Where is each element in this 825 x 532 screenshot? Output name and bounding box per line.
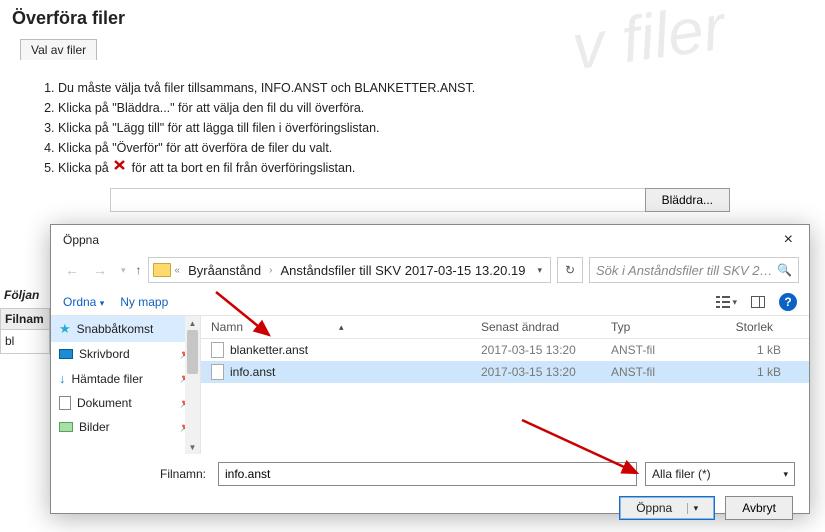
filename-input[interactable]	[218, 462, 637, 486]
chevron-down-icon: ▾	[783, 469, 788, 480]
sort-asc-icon: ▴	[339, 322, 344, 333]
file-type: ANST-fil	[611, 365, 711, 379]
file-size: 1 kB	[711, 343, 781, 357]
scroll-up-icon[interactable]: ▲	[185, 316, 200, 330]
col-name-header[interactable]: Namn▴	[211, 320, 481, 334]
dialog-nav-bar: ← → ▾ ↑ « Byråanstånd › Anståndsfiler ti…	[51, 251, 809, 289]
nav-forward-icon[interactable]: →	[89, 262, 111, 278]
search-placeholder: Sök i Anståndsfiler till SKV 201...	[596, 263, 777, 278]
chevron-down-icon: ▾	[100, 298, 105, 308]
file-row[interactable]: info.anst 2017-03-15 13:20ANST-fil1 kB	[201, 361, 809, 383]
browse-button[interactable]: Bläddra...	[645, 188, 730, 212]
sidebar: ★SnabbåtkomstSkrivbord📌↓Hämtade filer📌Do…	[51, 316, 201, 454]
desktop-icon	[59, 349, 73, 359]
browse-path-field[interactable]	[110, 188, 645, 212]
view-mode-button[interactable]: ▾	[716, 296, 737, 308]
filename-label: Filnamn:	[65, 467, 210, 481]
refresh-icon[interactable]: ↻	[557, 257, 583, 283]
breadcrumb-item[interactable]: Byråanstånd	[184, 263, 265, 278]
chevron-left-icon: «	[175, 265, 181, 276]
sidebar-item-skrivbord[interactable]: Skrivbord📌	[51, 342, 200, 366]
chevron-down-icon[interactable]: ▾	[533, 265, 546, 276]
chevron-down-icon[interactable]: ▾	[117, 265, 130, 276]
file-name: blanketter.anst	[230, 343, 308, 357]
file-date: 2017-03-15 13:20	[481, 343, 611, 357]
file-filter-select[interactable]: Alla filer (*) ▾	[645, 462, 795, 486]
sidebar-item-label: Bilder	[79, 420, 110, 434]
chevron-right-icon: ›	[269, 265, 272, 276]
chevron-down-icon: ▾	[687, 503, 699, 514]
sidebar-item-label: Hämtade filer	[72, 372, 143, 386]
scroll-down-icon[interactable]: ▼	[185, 440, 200, 454]
file-date: 2017-03-15 13:20	[481, 365, 611, 379]
search-icon: 🔍	[777, 263, 792, 277]
instruction-item: Klicka på "Bläddra..." för att välja den…	[58, 98, 825, 118]
sidebar-item-label: Snabbåtkomst	[77, 322, 154, 336]
sidebar-item-snabbåtkomst[interactable]: ★ Snabbåtkomst	[51, 316, 200, 342]
file-list: Namn▴ Senast ändrad Typ Storlek blankett…	[201, 316, 809, 454]
dialog-title-bar: Öppna ×	[51, 225, 809, 251]
browse-row: Bläddra...	[110, 188, 730, 212]
tab-strip: Val av filer	[20, 39, 825, 60]
open-button[interactable]: Öppna ▾	[619, 496, 715, 520]
instruction-item: Klicka på "Överför" för att överföra de …	[58, 138, 825, 158]
tab-file-selection[interactable]: Val av filer	[20, 39, 97, 60]
file-type: ANST-fil	[611, 343, 711, 357]
sidebar-item-hämtade-filer[interactable]: ↓Hämtade filer📌	[51, 366, 200, 391]
delete-x-icon	[112, 161, 128, 175]
list-icon	[716, 296, 730, 308]
instruction-item: Klicka på för att ta bort en fil från öv…	[58, 158, 825, 178]
dialog-body: ★SnabbåtkomstSkrivbord📌↓Hämtade filer📌Do…	[51, 316, 809, 454]
scrollbar-thumb[interactable]	[187, 330, 198, 374]
dialog-toolbar: Ordna ▾ Ny mapp ▾ ?	[51, 289, 809, 316]
pane-icon	[751, 296, 765, 308]
doc-icon	[59, 396, 71, 410]
partial-cell: bl	[0, 330, 50, 354]
open-dialog: Öppna × ← → ▾ ↑ « Byråanstånd › Anstånds…	[50, 224, 810, 514]
col-date-header[interactable]: Senast ändrad	[481, 320, 611, 334]
organize-button[interactable]: Ordna ▾	[63, 295, 104, 309]
folder-icon	[153, 263, 171, 277]
help-icon[interactable]: ?	[779, 293, 797, 311]
pic-icon	[59, 422, 73, 432]
sidebar-item-dokument[interactable]: Dokument📌	[51, 391, 200, 415]
star-icon: ★	[59, 321, 71, 337]
partial-header-filename: Filnam	[0, 308, 50, 330]
chevron-down-icon: ▾	[732, 297, 737, 308]
file-size: 1 kB	[711, 365, 781, 379]
instructions-list: Du måste välja två filer tillsammans, IN…	[50, 78, 825, 178]
cancel-button[interactable]: Avbryt	[725, 496, 793, 520]
file-icon	[211, 364, 224, 380]
sidebar-item-bilder[interactable]: Bilder📌	[51, 415, 200, 439]
nav-up-icon[interactable]: ↑	[136, 263, 142, 277]
file-row[interactable]: blanketter.anst 2017-03-15 13:20ANST-fil1…	[201, 339, 809, 361]
partial-label: Följan	[0, 284, 50, 308]
instruction-item: Du måste välja två filer tillsammans, IN…	[58, 78, 825, 98]
col-type-header[interactable]: Typ	[611, 320, 711, 334]
breadcrumb[interactable]: « Byråanstånd › Anståndsfiler till SKV 2…	[148, 257, 551, 283]
file-name: info.anst	[230, 365, 275, 379]
col-size-header[interactable]: Storlek	[711, 320, 781, 334]
dialog-footer: Filnamn: Alla filer (*) ▾ Öppna ▾ Avbryt	[51, 454, 809, 532]
search-input[interactable]: Sök i Anståndsfiler till SKV 201... 🔍	[589, 257, 799, 283]
partial-left-panel: Följan Filnam bl	[0, 284, 50, 354]
sidebar-item-label: Skrivbord	[79, 347, 130, 361]
download-icon: ↓	[59, 371, 66, 386]
close-icon[interactable]: ×	[778, 231, 799, 249]
file-icon	[211, 342, 224, 358]
breadcrumb-item[interactable]: Anståndsfiler till SKV 2017-03-15 13.20.…	[276, 263, 529, 278]
preview-pane-button[interactable]	[751, 296, 765, 308]
nav-back-icon[interactable]: ←	[61, 262, 83, 278]
scrollbar[interactable]: ▲ ▼	[185, 316, 200, 454]
file-list-header: Namn▴ Senast ändrad Typ Storlek	[201, 316, 809, 339]
instruction-item: Klicka på "Lägg till" för att lägga till…	[58, 118, 825, 138]
new-folder-button[interactable]: Ny mapp	[120, 295, 168, 309]
page-title: Överföra filer	[0, 0, 825, 33]
dialog-title: Öppna	[63, 233, 778, 247]
sidebar-item-label: Dokument	[77, 396, 132, 410]
